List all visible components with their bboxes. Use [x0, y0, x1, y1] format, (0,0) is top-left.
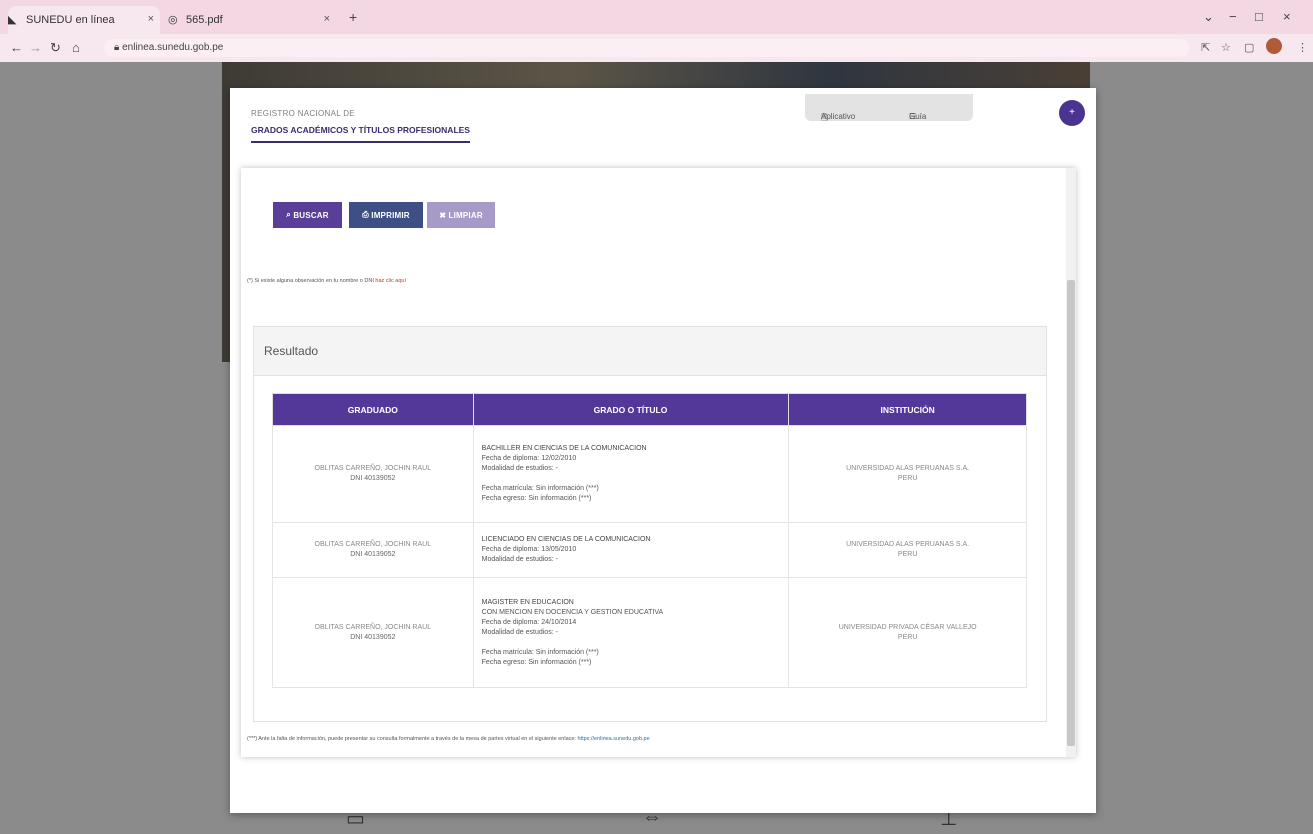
grado-cell: MAGISTER EN EDUCACION CON MENCION EN DOC… — [472, 577, 790, 688]
observacion-note: (*) Si existe alguna observación en tu n… — [247, 278, 406, 284]
url-text: enlinea.sunedu.gob.pe — [122, 42, 224, 53]
grado-line: Modalidad de estudios: - — [481, 628, 558, 636]
grado-cell: BACHILLER EN CIENCIAS DE LA COMUNICACION… — [472, 425, 790, 523]
results-table: GRADUADO GRADO O TÍTULO INSTITUCIÓN OBLI… — [272, 393, 1027, 688]
globe-icon: ◎ — [168, 14, 178, 26]
tab-guia-label: Guía — [909, 112, 927, 121]
limpiar-label: LIMPIAR — [448, 210, 483, 220]
footer-note: (***) Ante la falta de información, pued… — [247, 736, 650, 742]
table-row: OBLITAS CARREÑO, JOCHIN RAUL DNI 4013905… — [272, 522, 1027, 578]
graduado-dni: DNI 40139052 — [350, 475, 396, 482]
graduado-cell: OBLITAS CARREÑO, JOCHIN RAUL DNI 4013905… — [272, 522, 474, 578]
maximize-button[interactable]: □ — [1255, 9, 1263, 24]
share-icon[interactable]: ⇱ — [1201, 41, 1210, 54]
bookmark-star-icon[interactable]: ☆ — [1221, 41, 1231, 54]
footer-text: (***) Ante la falta de información, pued… — [247, 736, 578, 742]
table-row: OBLITAS CARREÑO, JOCHIN RAUL DNI 4013905… — [272, 425, 1027, 523]
floating-action-button[interactable]: + — [1059, 100, 1085, 126]
grado-title: BACHILLER EN CIENCIAS DE LA COMUNICACION — [481, 445, 647, 452]
graduado-dni: DNI 40139052 — [350, 633, 396, 641]
grado-line: Fecha matrícula: Sin información (***) — [481, 485, 599, 492]
institucion-cell: UNIVERSIDAD ALAS PERUANAS S.A. PERU — [788, 522, 1027, 578]
grado-line: Fecha egreso: Sin información (***) — [481, 495, 592, 502]
grado-line: Fecha de diploma: 13/05/2010 — [481, 546, 577, 553]
profile-avatar[interactable] — [1266, 38, 1282, 54]
print-icon: ⎙ — [362, 210, 372, 219]
browser-tab-pdf[interactable]: ◎ 565.pdf × — [168, 6, 336, 34]
browser-toolbar: ← → ↻ ⌂ 🔒︎ enlinea.sunedu.gob.pe ⇱ ☆ ▢ ⋮ — [0, 34, 1313, 62]
observacion-link[interactable]: haz clic aquí — [375, 278, 406, 284]
institucion-name: UNIVERSIDAD ALAS PERUANAS S.A. — [846, 541, 970, 548]
imprimir-label: IMPRIMIR — [371, 210, 410, 220]
grado-line — [482, 638, 788, 648]
grado-line: CON MENCION EN DOCENCIA Y GESTION EDUCAT… — [481, 608, 664, 616]
table-row: OBLITAS CARREÑO, JOCHIN RAUL DNI 4013905… — [272, 577, 1027, 688]
tab-title: 565.pdf — [186, 14, 223, 26]
graduado-name: OBLITAS CARREÑO, JOCHIN RAUL — [314, 465, 432, 472]
tab-title: SUNEDU en línea — [26, 14, 115, 26]
institucion-cell: UNIVERSIDAD PRIVADA CÉSAR VALLEJO PERU — [788, 577, 1027, 688]
institucion-pais: PERU — [897, 551, 918, 558]
table-header-row: GRADUADO GRADO O TÍTULO INSTITUCIÓN — [272, 393, 1027, 426]
resultado-panel: Resultado GRADUADO GRADO O TÍTULO INSTIT… — [253, 326, 1047, 722]
grado-line: Fecha de diploma: 12/02/2010 — [481, 455, 577, 462]
grado-title: MAGISTER EN EDUCACION — [481, 598, 574, 606]
search-icon: ⌕ — [286, 210, 294, 219]
registro-label: REGISTRO NACIONAL DE — [251, 109, 355, 118]
footer-link[interactable]: https://enlinea.sunedu.gob.pe — [578, 736, 650, 742]
institucion-pais: PERU — [897, 633, 918, 641]
limpiar-button[interactable]: ✖ LIMPIAR — [427, 202, 495, 228]
graduado-name: OBLITAS CARREÑO, JOCHIN RAUL — [314, 541, 432, 548]
tab-search-icon[interactable]: ⌄ — [1203, 9, 1214, 25]
forward-arrow-icon[interactable]: → — [29, 40, 42, 55]
imprimir-button[interactable]: ⎙ IMPRIMIR — [349, 202, 423, 228]
grado-line: Fecha egreso: Sin información (***) — [481, 658, 592, 666]
menu-dots-icon[interactable]: ⋮ — [1297, 41, 1308, 54]
grado-line: Modalidad de estudios: - — [481, 465, 558, 472]
close-window-button[interactable]: × — [1283, 9, 1291, 24]
minimize-button[interactable]: − — [1229, 9, 1237, 24]
clear-icon: ✖ — [439, 210, 449, 220]
resultado-title: Resultado — [264, 344, 319, 358]
grado-title: LICENCIADO EN CIENCIAS DE LA COMUNICACIO… — [481, 536, 651, 543]
grado-line: Fecha matrícula: Sin información (***) — [481, 648, 599, 656]
grado-line: Modalidad de estudios: - — [481, 556, 558, 563]
graduado-cell: OBLITAS CARREÑO, JOCHIN RAUL DNI 4013905… — [272, 425, 474, 523]
address-bar[interactable]: 🔒︎ enlinea.sunedu.gob.pe — [104, 39, 1189, 57]
institucion-cell: UNIVERSIDAD ALAS PERUANAS S.A. PERU — [788, 425, 1027, 523]
grado-cell: LICENCIADO EN CIENCIAS DE LA COMUNICACIO… — [472, 522, 790, 578]
close-tab-icon[interactable]: × — [324, 13, 330, 25]
institucion-name: UNIVERSIDAD PRIVADA CÉSAR VALLEJO — [838, 623, 977, 631]
column-header-graduado: GRADUADO — [272, 393, 474, 426]
home-icon[interactable]: ⌂ — [72, 40, 80, 55]
column-header-grado: GRADO O TÍTULO — [472, 393, 790, 426]
close-tab-icon[interactable]: × — [148, 13, 154, 25]
sunedu-favicon-icon: ◣ — [8, 14, 17, 26]
new-tab-button[interactable]: + — [349, 9, 357, 25]
buscar-button[interactable]: ⌕ BUSCAR — [273, 202, 342, 228]
grado-line: Fecha de diploma: 24/10/2014 — [481, 618, 577, 626]
resultado-header: Resultado — [254, 327, 1046, 376]
graduado-dni: DNI 40139052 — [350, 551, 396, 558]
browser-tab-sunedu[interactable]: ◣ SUNEDU en línea × — [8, 6, 160, 34]
graduado-name: OBLITAS CARREÑO, JOCHIN RAUL — [314, 623, 432, 631]
grado-line — [482, 474, 788, 484]
scrollbar-thumb[interactable] — [1067, 280, 1075, 746]
institucion-pais: PERU — [897, 475, 918, 482]
sidepanel-icon[interactable]: ▢ — [1244, 41, 1254, 54]
content-card: ⌕ BUSCAR ⎙ IMPRIMIR ✖ LIMPIAR (*) Si exi… — [241, 168, 1076, 757]
results-modal: REGISTRO NACIONAL DE GRADOS ACADÉMICOS Y… — [230, 88, 1096, 813]
graduado-cell: OBLITAS CARREÑO, JOCHIN RAUL DNI 4013905… — [272, 577, 474, 688]
lock-icon: 🔒︎ — [114, 42, 123, 53]
top-tabs: 🗎︎ Aplicativo ☰ Guía — [805, 94, 973, 122]
observacion-text: (*) Si existe alguna observación en tu n… — [247, 278, 376, 284]
column-header-institucion: INSTITUCIÓN — [788, 393, 1027, 426]
browser-tab-bar: ◣ SUNEDU en línea × ◎ 565.pdf × + ⌄ − □ … — [0, 0, 1313, 34]
tab-aplicativo-label: Aplicativo — [821, 112, 856, 121]
institucion-name: UNIVERSIDAD ALAS PERUANAS S.A. — [846, 465, 970, 472]
site-title: GRADOS ACADÉMICOS Y TÍTULOS PROFESIONALE… — [251, 125, 470, 143]
buscar-label: BUSCAR — [293, 210, 329, 220]
back-arrow-icon[interactable]: ← — [10, 40, 23, 55]
reload-icon[interactable]: ↻ — [50, 40, 61, 56]
